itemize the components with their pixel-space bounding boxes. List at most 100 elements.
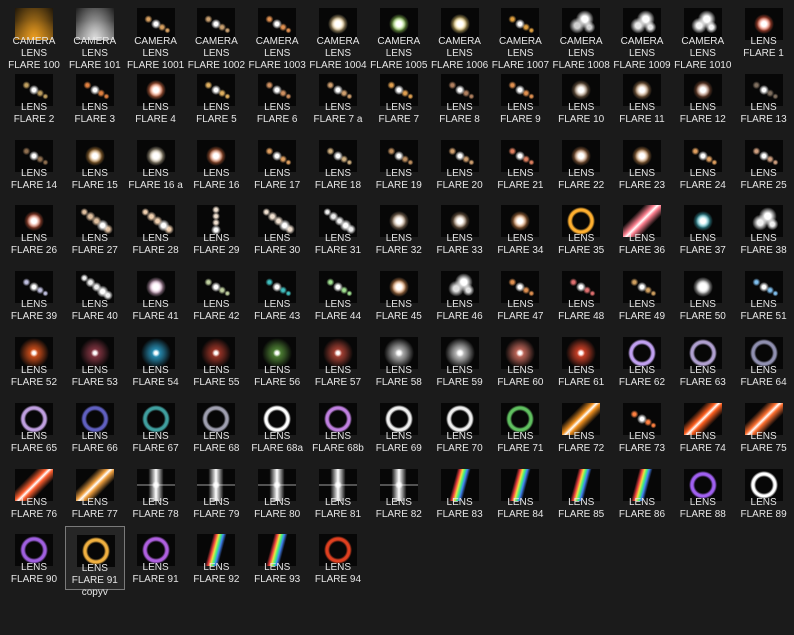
file-item[interactable]: LENS FLARE 72 bbox=[551, 395, 611, 459]
file-item[interactable]: LENS FLARE 38 bbox=[734, 197, 794, 261]
file-item[interactable]: LENS FLARE 34 bbox=[490, 197, 550, 261]
file-item[interactable]: LENS FLARE 26 bbox=[4, 197, 64, 261]
file-item[interactable]: LENS FLARE 10 bbox=[551, 66, 611, 130]
file-item[interactable]: LENS FLARE 40 bbox=[65, 263, 125, 327]
file-item[interactable]: LENS FLARE 91 bbox=[126, 526, 186, 590]
file-item[interactable]: LENS FLARE 62 bbox=[612, 329, 672, 393]
file-item[interactable]: LENS FLARE 75 bbox=[734, 395, 794, 459]
file-item[interactable]: LENS FLARE 45 bbox=[369, 263, 429, 327]
file-item[interactable]: LENS FLARE 12 bbox=[673, 66, 733, 130]
file-item[interactable]: LENS FLARE 73 bbox=[612, 395, 672, 459]
file-item[interactable]: LENS FLARE 51 bbox=[734, 263, 794, 327]
file-item[interactable]: LENS FLARE 43 bbox=[247, 263, 307, 327]
file-item[interactable]: CAMERA LENS FLARE 1006 bbox=[430, 0, 490, 71]
file-item[interactable]: LENS FLARE 65 bbox=[4, 395, 64, 459]
file-item[interactable]: LENS FLARE 13 bbox=[734, 66, 794, 130]
file-item[interactable]: LENS FLARE 54 bbox=[126, 329, 186, 393]
file-item[interactable]: LENS FLARE 49 bbox=[612, 263, 672, 327]
file-item[interactable]: CAMERA LENS FLARE 1001 bbox=[126, 0, 186, 71]
file-item[interactable]: CAMERA LENS FLARE 1007 bbox=[490, 0, 550, 71]
file-item[interactable]: LENS FLARE 59 bbox=[430, 329, 490, 393]
file-item[interactable]: LENS FLARE 64 bbox=[734, 329, 794, 393]
file-item[interactable]: LENS FLARE 42 bbox=[186, 263, 246, 327]
file-item[interactable]: LENS FLARE 76 bbox=[4, 461, 64, 525]
file-item[interactable]: CAMERA LENS FLARE 1004 bbox=[308, 0, 368, 71]
file-item[interactable]: LENS FLARE 41 bbox=[126, 263, 186, 327]
file-item[interactable]: LENS FLARE 16 a bbox=[126, 132, 186, 196]
file-item[interactable]: LENS FLARE 19 bbox=[369, 132, 429, 196]
file-item[interactable]: LENS FLARE 61 bbox=[551, 329, 611, 393]
file-item[interactable]: LENS FLARE 25 bbox=[734, 132, 794, 196]
file-item[interactable]: CAMERA LENS FLARE 1008 bbox=[551, 0, 611, 71]
file-item[interactable]: LENS FLARE 44 bbox=[308, 263, 368, 327]
file-item[interactable]: LENS FLARE 27 bbox=[65, 197, 125, 261]
file-item[interactable]: LENS FLARE 17 bbox=[247, 132, 307, 196]
file-item[interactable]: LENS FLARE 11 bbox=[612, 66, 672, 130]
file-item[interactable]: LENS FLARE 6 bbox=[247, 66, 307, 130]
file-item[interactable]: LENS FLARE 83 bbox=[430, 461, 490, 525]
file-item[interactable]: LENS FLARE 18 bbox=[308, 132, 368, 196]
file-item[interactable]: LENS FLARE 50 bbox=[673, 263, 733, 327]
file-item[interactable]: LENS FLARE 56 bbox=[247, 329, 307, 393]
file-item[interactable]: LENS FLARE 53 bbox=[65, 329, 125, 393]
file-item[interactable]: LENS FLARE 92 bbox=[186, 526, 246, 590]
file-item[interactable]: LENS FLARE 80 bbox=[247, 461, 307, 525]
file-item[interactable]: LENS FLARE 68b bbox=[308, 395, 368, 459]
file-item[interactable]: LENS FLARE 22 bbox=[551, 132, 611, 196]
file-item[interactable]: LENS FLARE 36 bbox=[612, 197, 672, 261]
file-item[interactable]: LENS FLARE 70 bbox=[430, 395, 490, 459]
file-item[interactable]: LENS FLARE 86 bbox=[612, 461, 672, 525]
file-item[interactable]: LENS FLARE 94 bbox=[308, 526, 368, 590]
file-item[interactable]: LENS FLARE 32 bbox=[369, 197, 429, 261]
file-item[interactable]: LENS FLARE 5 bbox=[186, 66, 246, 130]
file-item[interactable]: LENS FLARE 57 bbox=[308, 329, 368, 393]
file-item[interactable]: LENS FLARE 77 bbox=[65, 461, 125, 525]
file-item[interactable]: LENS FLARE 71 bbox=[490, 395, 550, 459]
file-item[interactable]: LENS FLARE 30 bbox=[247, 197, 307, 261]
file-item[interactable]: LENS FLARE 31 bbox=[308, 197, 368, 261]
file-item[interactable]: CAMERA LENS FLARE 1002 bbox=[186, 0, 246, 71]
file-item[interactable]: LENS FLARE 60 bbox=[490, 329, 550, 393]
file-item[interactable]: LENS FLARE 66 bbox=[65, 395, 125, 459]
file-item[interactable]: LENS FLARE 24 bbox=[673, 132, 733, 196]
file-item[interactable]: LENS FLARE 63 bbox=[673, 329, 733, 393]
file-item[interactable]: CAMERA LENS FLARE 100 bbox=[4, 0, 64, 71]
file-item[interactable]: LENS FLARE 69 bbox=[369, 395, 429, 459]
file-item[interactable]: LENS FLARE 29 bbox=[186, 197, 246, 261]
file-item[interactable]: LENS FLARE 28 bbox=[126, 197, 186, 261]
file-item[interactable]: LENS FLARE 15 bbox=[65, 132, 125, 196]
file-item[interactable]: LENS FLARE 20 bbox=[430, 132, 490, 196]
file-item[interactable]: LENS FLARE 88 bbox=[673, 461, 733, 525]
file-item[interactable]: LENS FLARE 55 bbox=[186, 329, 246, 393]
file-item[interactable]: LENS FLARE 8 bbox=[430, 66, 490, 130]
file-item[interactable]: LENS FLARE 85 bbox=[551, 461, 611, 525]
file-item[interactable]: LENS FLARE 48 bbox=[551, 263, 611, 327]
file-item[interactable]: CAMERA LENS FLARE 1005 bbox=[369, 0, 429, 71]
file-item[interactable]: LENS FLARE 4 bbox=[126, 66, 186, 130]
file-item[interactable]: LENS FLARE 84 bbox=[490, 461, 550, 525]
file-item[interactable]: CAMERA LENS FLARE 1009 bbox=[612, 0, 672, 71]
file-item[interactable]: LENS FLARE 37 bbox=[673, 197, 733, 261]
file-item[interactable]: LENS FLARE 89 bbox=[734, 461, 794, 525]
file-item[interactable]: LENS FLARE 16 bbox=[186, 132, 246, 196]
file-item[interactable]: LENS FLARE 93 bbox=[247, 526, 307, 590]
file-item[interactable]: CAMERA LENS FLARE 101 bbox=[65, 0, 125, 71]
file-item[interactable]: LENS FLARE 79 bbox=[186, 461, 246, 525]
file-item[interactable]: LENS FLARE 47 bbox=[490, 263, 550, 327]
file-item[interactable]: CAMERA LENS FLARE 1010 bbox=[673, 0, 733, 71]
file-item[interactable]: LENS FLARE 74 bbox=[673, 395, 733, 459]
file-item[interactable]: LENS FLARE 14 bbox=[4, 132, 64, 196]
file-item[interactable]: LENS FLARE 3 bbox=[65, 66, 125, 130]
file-item[interactable]: LENS FLARE 1 bbox=[734, 0, 794, 64]
file-item[interactable]: LENS FLARE 68a bbox=[247, 395, 307, 459]
file-item[interactable]: LENS FLARE 7 a bbox=[308, 66, 368, 130]
file-item[interactable]: LENS FLARE 90 bbox=[4, 526, 64, 590]
file-item[interactable]: LENS FLARE 52 bbox=[4, 329, 64, 393]
file-item[interactable]: LENS FLARE 35 bbox=[551, 197, 611, 261]
file-item[interactable]: LENS FLARE 46 bbox=[430, 263, 490, 327]
file-item[interactable]: CAMERA LENS FLARE 1003 bbox=[247, 0, 307, 71]
file-item[interactable]: LENS FLARE 9 bbox=[490, 66, 550, 130]
file-item[interactable]: LENS FLARE 33 bbox=[430, 197, 490, 261]
file-item[interactable]: LENS FLARE 91 copyv bbox=[64, 526, 125, 598]
file-item[interactable]: LENS FLARE 67 bbox=[126, 395, 186, 459]
